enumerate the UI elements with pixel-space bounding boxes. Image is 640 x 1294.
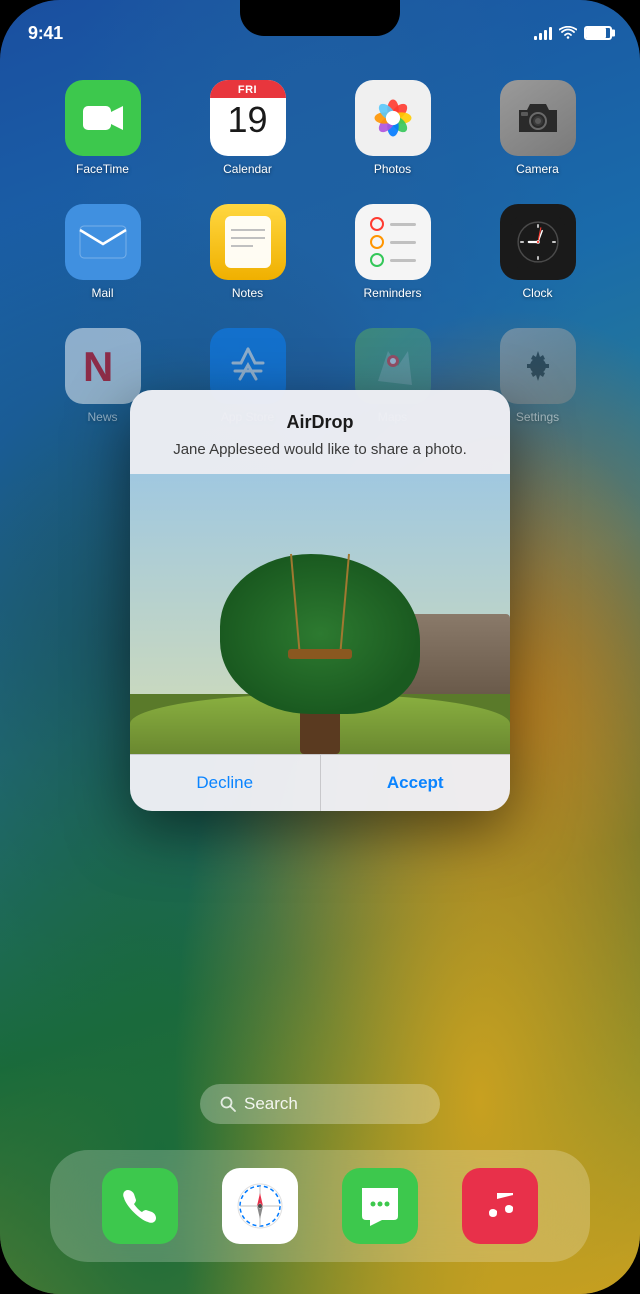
news-label: News (87, 410, 117, 424)
wifi-icon (559, 26, 577, 40)
app-facetime[interactable]: FaceTime (35, 80, 170, 176)
swing-seat (288, 649, 352, 659)
modal-header: AirDrop Jane Appleseed would like to sha… (130, 390, 510, 474)
status-icons (534, 26, 612, 40)
camera-label: Camera (516, 162, 559, 176)
app-grid: FaceTime FRI 19 Calendar (0, 70, 640, 434)
notes-label: Notes (232, 286, 263, 300)
signal-bar-1 (534, 36, 537, 40)
facetime-label: FaceTime (76, 162, 129, 176)
modal-title: AirDrop (154, 412, 486, 433)
facetime-icon-img (65, 80, 141, 156)
camera-icon-img (500, 80, 576, 156)
settings-icon-img (500, 328, 576, 404)
app-notes[interactable]: Notes (180, 204, 315, 300)
status-time: 9:41 (28, 23, 63, 44)
clock-icon-img (500, 204, 576, 280)
battery-icon (584, 26, 612, 40)
calendar-day-header: FRI (210, 80, 286, 98)
accept-button[interactable]: Accept (321, 755, 511, 811)
signal-bars-icon (534, 26, 552, 40)
app-calendar[interactable]: FRI 19 Calendar (180, 80, 315, 176)
reminders-icon-img (355, 204, 431, 280)
reminders-label: Reminders (363, 286, 421, 300)
airdrop-modal: AirDrop Jane Appleseed would like to sha… (130, 390, 510, 811)
battery-fill (586, 28, 606, 38)
settings-label: Settings (516, 410, 559, 424)
tree-trunk (300, 574, 340, 754)
app-photos[interactable]: Photos (325, 80, 460, 176)
decline-button[interactable]: Decline (130, 755, 321, 811)
calendar-label: Calendar (223, 162, 272, 176)
news-icon-img: N N (65, 328, 141, 404)
clock-label: Clock (522, 286, 552, 300)
modal-actions: Decline Accept (130, 754, 510, 811)
app-mail[interactable]: Mail (35, 204, 170, 300)
dock-app-phone[interactable] (102, 1168, 178, 1244)
mail-label: Mail (91, 286, 113, 300)
app-camera[interactable]: Camera (470, 80, 605, 176)
notes-icon-img (210, 204, 286, 280)
search-label: Search (244, 1094, 298, 1114)
mail-icon-img (65, 204, 141, 280)
phone-frame: 9:41 (0, 0, 640, 1294)
dock-app-music[interactable] (462, 1168, 538, 1244)
app-clock[interactable]: Clock (470, 204, 605, 300)
notch (240, 0, 400, 36)
signal-bar-4 (549, 27, 552, 40)
calendar-date: 19 (227, 102, 267, 138)
dock-app-safari[interactable] (222, 1168, 298, 1244)
svg-text:N: N (83, 343, 113, 389)
airdrop-photo-preview (130, 474, 510, 754)
search-bar[interactable]: Search (200, 1084, 440, 1124)
signal-bar-3 (544, 30, 547, 40)
calendar-icon-img: FRI 19 (210, 80, 286, 156)
photos-label: Photos (374, 162, 411, 176)
search-icon (220, 1096, 236, 1112)
dock (50, 1150, 590, 1262)
dock-app-messages[interactable] (342, 1168, 418, 1244)
signal-bar-2 (539, 33, 542, 40)
app-reminders[interactable]: Reminders (325, 204, 460, 300)
photos-icon-img (355, 80, 431, 156)
modal-message: Jane Appleseed would like to share a pho… (154, 439, 486, 460)
